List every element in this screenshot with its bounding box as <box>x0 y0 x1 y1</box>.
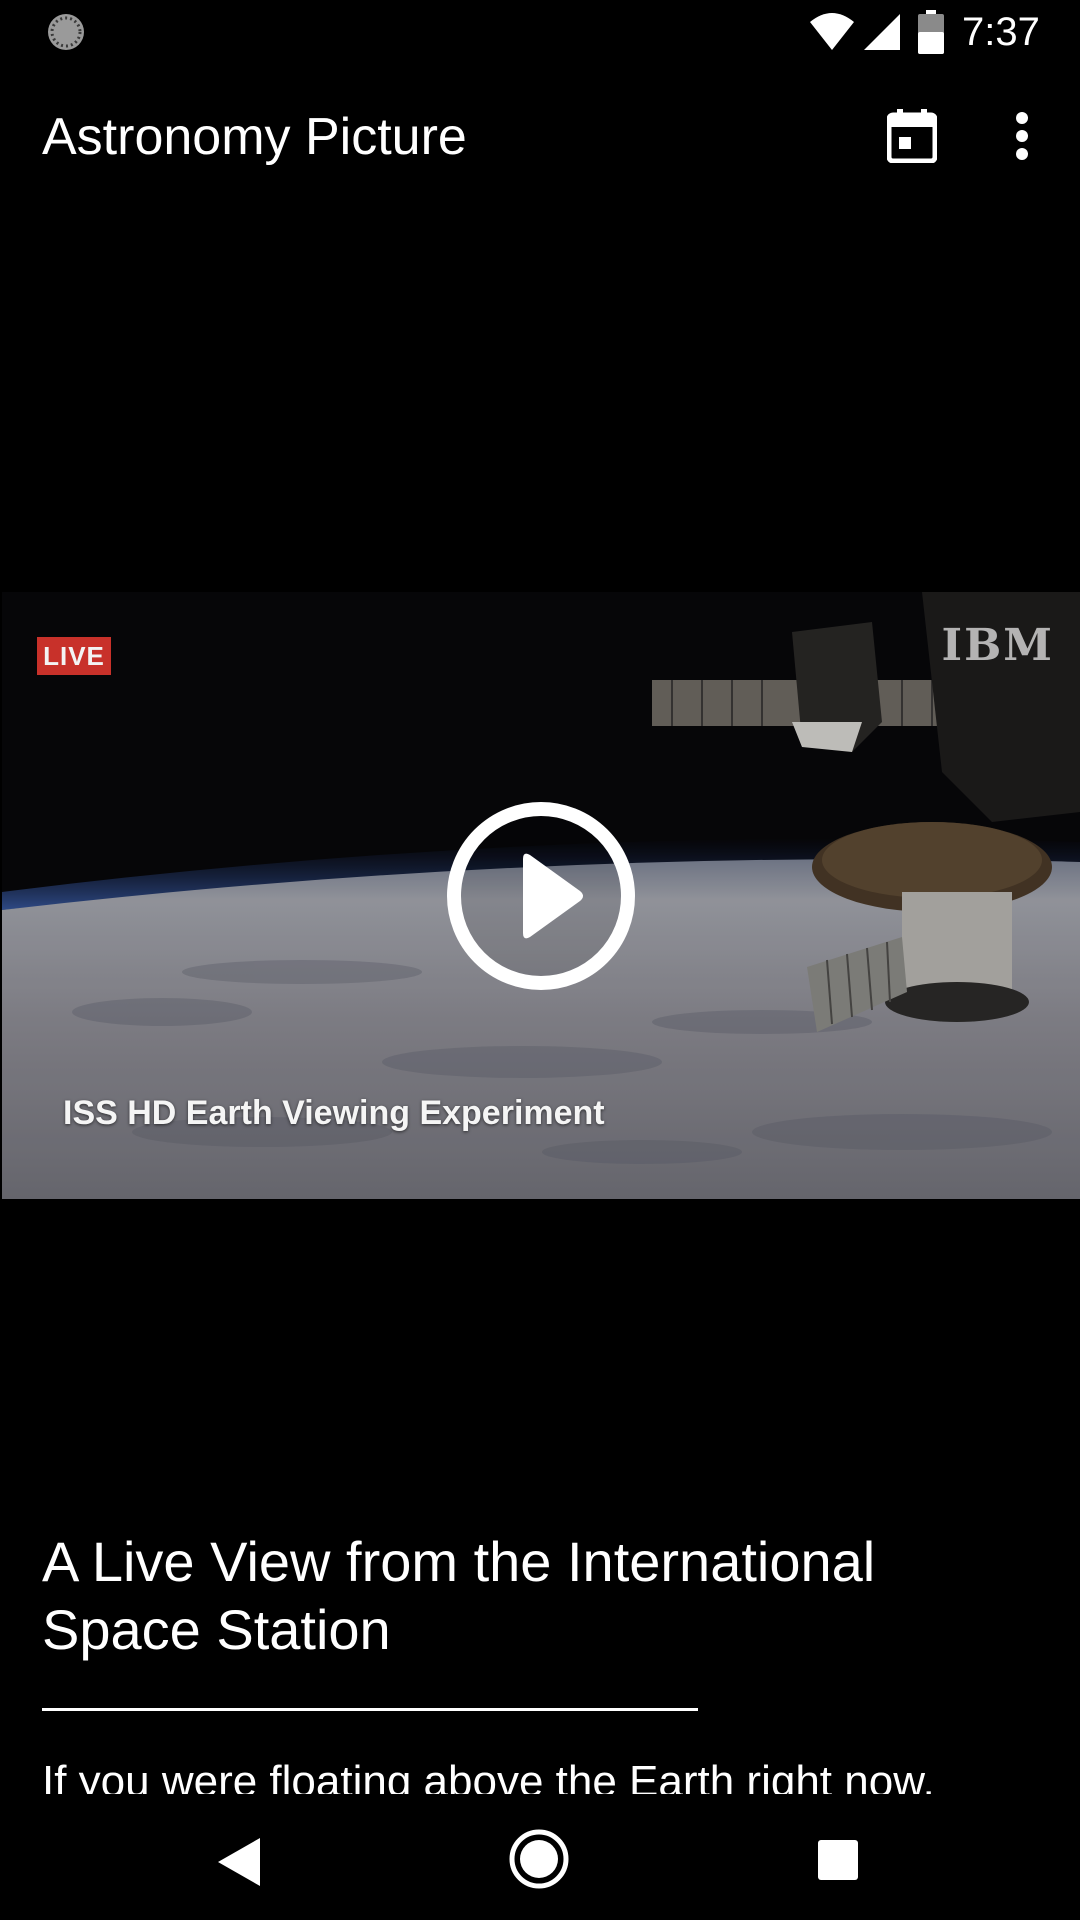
back-icon[interactable] <box>210 1832 270 1892</box>
play-button[interactable] <box>446 801 636 991</box>
more-options-button[interactable] <box>986 100 1058 172</box>
status-bar: 7:37 <box>0 0 1080 64</box>
app-title: Astronomy Picture <box>42 108 467 166</box>
recents-icon[interactable] <box>810 1832 866 1888</box>
sync-icon <box>48 14 84 50</box>
wifi-icon <box>810 13 854 50</box>
video-player[interactable]: LIVE IBM ISS HD Earth Viewing Experiment <box>2 592 1080 1199</box>
navigation-bar <box>0 1794 1080 1920</box>
app-bar: Astronomy Picture <box>0 64 1080 212</box>
article-body: If you were floating above the Earth rig… <box>42 1757 935 1794</box>
article-title: A Live View from the International Space… <box>42 1530 876 1661</box>
calendar-icon <box>887 109 937 163</box>
calendar-button[interactable] <box>876 100 948 172</box>
ibm-logo: IBM <box>941 620 1054 671</box>
video-title: ISS HD Earth Viewing Experiment <box>63 1094 605 1132</box>
battery-icon <box>918 10 944 54</box>
home-icon[interactable] <box>508 1828 570 1890</box>
clock: 7:37 <box>962 10 1040 54</box>
article-body-container: If you were floating above the Earth rig… <box>0 1752 1080 1794</box>
cell-signal-icon <box>864 14 900 50</box>
title-divider <box>42 1708 698 1711</box>
live-badge: LIVE <box>37 637 111 675</box>
more-vert-icon <box>1016 112 1028 160</box>
